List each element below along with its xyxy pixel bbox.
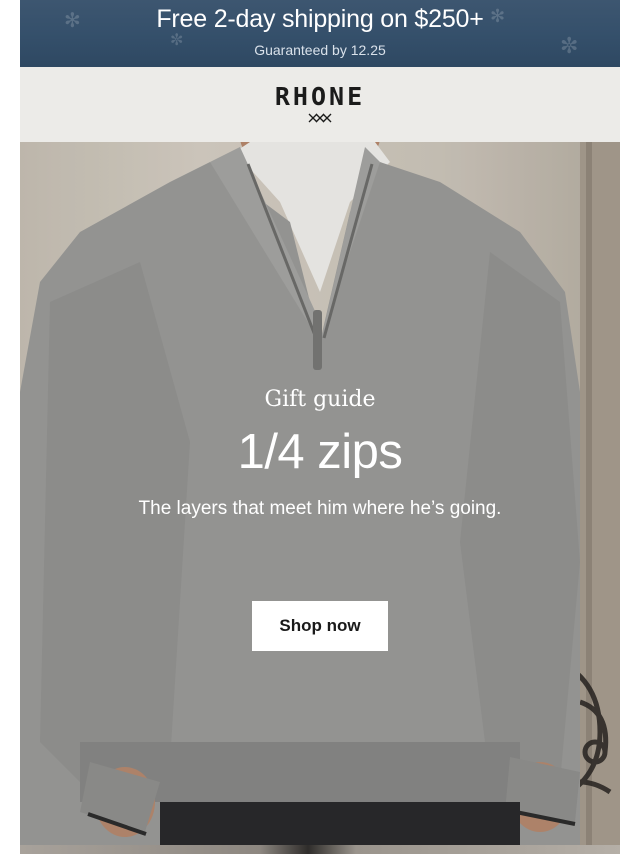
hero-eyebrow: Gift guide [264, 387, 376, 412]
shop-now-button[interactable]: Shop now [252, 601, 388, 651]
hero-tagline: The layers that meet him where he’s goin… [138, 498, 502, 519]
brand-logo: RHONE [274, 82, 366, 111]
hero-image [20, 142, 620, 845]
xxx-logo-mark-icon [308, 113, 332, 123]
shipping-banner[interactable]: ✻ ✼ ✻ ✼ Free 2-day shipping on $250+ Gua… [20, 0, 620, 67]
shipping-subline: Guaranteed by 12.25 [254, 42, 386, 58]
logo-bar[interactable]: RHONE [20, 67, 620, 142]
hero-title: 1/4 zips [237, 425, 403, 479]
email-container: ✻ ✼ ✻ ✼ Free 2-day shipping on $250+ Gua… [20, 0, 620, 854]
next-section-preview [20, 845, 620, 854]
shipping-headline: Free 2-day shipping on $250+ [156, 5, 484, 33]
hero-section[interactable]: Gift guide 1/4 zips The layers that meet… [20, 142, 620, 845]
